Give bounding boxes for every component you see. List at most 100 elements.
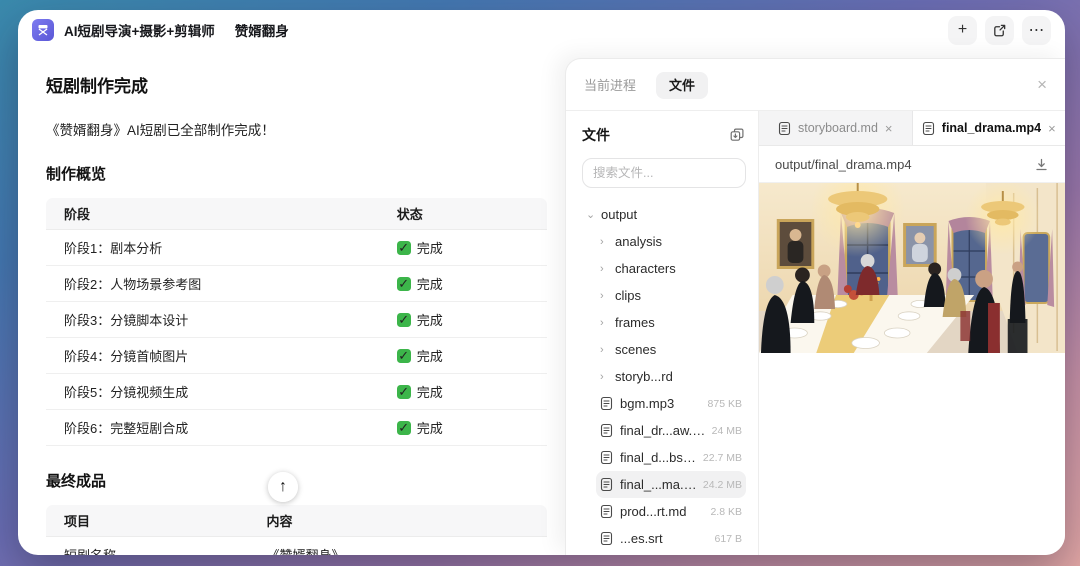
close-icon[interactable]: ×: [1048, 121, 1056, 136]
table-row[interactable]: 阶段6：完整短剧合成 ✓ 完成: [46, 410, 547, 446]
file-size: 2.8 KB: [710, 505, 742, 518]
file-name: output: [601, 207, 638, 222]
file-browser-title: 文件: [582, 127, 610, 143]
chevron-down-icon: ⌄: [586, 209, 596, 221]
preview-tab-bar: storyboard.md × final_drama.mp4 ×: [759, 111, 1065, 146]
check-icon: ✓: [396, 311, 411, 327]
app-title: AI短剧导演+摄影+剪辑师: [64, 24, 215, 39]
status-cell: ✓ 完成: [396, 418, 547, 437]
tree-file-prod...rt.md[interactable]: prod...rt.md 2.8 KB: [596, 498, 746, 525]
close-icon[interactable]: ×: [885, 121, 893, 136]
column-header: 阶段: [64, 207, 91, 222]
table-row[interactable]: 阶段5：分镜视频生成 ✓ 完成: [46, 374, 547, 410]
table-row[interactable]: 阶段3：分镜脚本设计 ✓ 完成: [46, 302, 547, 338]
final-table: 项目 内容 短剧名称《赞婿翻身》: [46, 505, 547, 555]
check-icon: ✓: [396, 419, 411, 435]
cursor-indicator: ↑: [268, 472, 298, 502]
check-icon: ✓: [396, 239, 411, 255]
file-icon: [600, 504, 613, 519]
column-header: 项目: [64, 514, 91, 529]
chevron-right-icon: ›: [600, 370, 604, 383]
tree-folder-frames[interactable]: › frames: [596, 309, 746, 336]
tree-folder-analysis[interactable]: › analysis: [596, 228, 746, 255]
status-cell: ✓ 完成: [396, 274, 547, 293]
file-size: 24.2 MB: [702, 478, 742, 491]
page-title: 短剧制作完成: [46, 77, 148, 96]
table-row[interactable]: 阶段2：人物场景参考图 ✓ 完成: [46, 266, 547, 302]
preview-tab-label: storyboard.md: [798, 121, 878, 135]
tree-folder-storyb...rd[interactable]: › storyb...rd: [596, 363, 746, 390]
file-icon: [600, 396, 613, 411]
close-icon[interactable]: ×: [1037, 76, 1047, 93]
status-text: 完成: [416, 349, 443, 364]
file-name: characters: [615, 261, 676, 276]
status-text: 完成: [416, 277, 443, 292]
download-icon[interactable]: [1034, 157, 1049, 172]
download-all-icon[interactable]: [729, 127, 746, 144]
stage-cell: 阶段2：人物场景参考图: [64, 277, 202, 292]
overview-heading: 制作概览: [46, 166, 107, 183]
more-options-button[interactable]: ⋯: [1022, 15, 1051, 45]
table-row[interactable]: 阶段1：剧本分析 ✓ 完成: [46, 230, 547, 266]
file-name: prod...rt.md: [620, 504, 687, 519]
file-browser: 文件 ⌄ output › analysis › characters › clips › fra…: [566, 111, 759, 555]
panel-tab-文件[interactable]: 文件: [656, 71, 709, 99]
file-name: storyb...rd: [615, 369, 673, 384]
new-task-button[interactable]: +: [948, 15, 977, 45]
file-name: frames: [615, 315, 655, 330]
video-preview[interactable]: [759, 183, 1065, 353]
overview-table: 阶段 状态 阶段1：剧本分析 ✓ 完成 阶段2：人物场景参考图 ✓ 完成 阶段3：分镜脚本设…: [46, 198, 547, 446]
tree-file-...es.srt[interactable]: ...es.srt 617 B: [596, 525, 746, 552]
director-chair-icon: [32, 19, 54, 41]
file-size: 875 KB: [707, 397, 742, 410]
top-bar: AI短剧导演+摄影+剪辑师 赞婿翻身 + ⋯: [18, 10, 1065, 50]
file-name: final_d...bs.mp4: [620, 450, 697, 465]
chevron-right-icon: ›: [600, 262, 604, 275]
status-cell: ✓ 完成: [396, 382, 547, 401]
share-icon[interactable]: [985, 15, 1014, 45]
tree-file-bgm.mp3[interactable]: bgm.mp3 875 KB: [596, 390, 746, 417]
file-name: ...es.srt: [620, 531, 663, 546]
tree-folder-output[interactable]: ⌄ output: [582, 201, 746, 228]
chevron-right-icon: ›: [600, 235, 604, 248]
tree-folder-characters[interactable]: › characters: [596, 255, 746, 282]
preview-tab-storyboard.md[interactable]: storyboard.md ×: [759, 111, 913, 145]
file-size: 617 B: [714, 532, 742, 545]
status-text: 完成: [416, 385, 443, 400]
check-icon: ✓: [396, 275, 411, 291]
panel-header: 当前进程 文件 ×: [566, 59, 1065, 111]
chevron-right-icon: ›: [600, 289, 604, 302]
column-header: 内容: [266, 514, 293, 529]
file-icon: [600, 477, 613, 492]
preview-pane: storyboard.md × final_drama.mp4 × output/fi…: [759, 111, 1065, 555]
intro-text: 《赞婿翻身》AI短剧已全部制作完成！: [46, 123, 275, 138]
stage-cell: 阶段5：分镜视频生成: [64, 385, 189, 400]
status-cell: ✓ 完成: [396, 238, 547, 257]
tree-file-final-d...bs.mp4[interactable]: final_d...bs.mp4 22.7 MB: [596, 444, 746, 471]
file-name: final_...ma.mp4: [620, 477, 697, 492]
file-path: output/final_drama.mp4: [775, 156, 912, 172]
search-input[interactable]: [582, 158, 746, 188]
panel-tab-当前进程[interactable]: 当前进程: [584, 78, 636, 93]
file-name: clips: [615, 288, 642, 303]
tree-folder-scenes[interactable]: › scenes: [596, 336, 746, 363]
file-icon: [922, 121, 935, 136]
check-icon: ✓: [396, 347, 411, 363]
app-window: AI短剧导演+摄影+剪辑师 赞婿翻身 + ⋯ 短剧制作完成 《赞婿翻身》AI短剧…: [18, 10, 1065, 555]
tree-folder-clips[interactable]: › clips: [596, 282, 746, 309]
preview-tab-final-drama.mp4[interactable]: final_drama.mp4 ×: [912, 111, 1065, 145]
table-row[interactable]: 短剧名称《赞婿翻身》: [46, 537, 547, 555]
file-name: final_dr...aw.mp4: [620, 423, 706, 438]
status-text: 完成: [416, 421, 443, 436]
tree-file-final-...ma.mp4[interactable]: final_...ma.mp4 24.2 MB: [596, 471, 746, 498]
file-size: 22.7 MB: [702, 451, 742, 464]
item-cell: 短剧名称: [46, 545, 266, 555]
side-panel: 当前进程文件 × 文件 ⌄output›anal: [565, 58, 1065, 555]
file-path-row: output/final_drama.mp4: [759, 146, 1065, 183]
stage-cell: 阶段3：分镜脚本设计: [64, 313, 189, 328]
overview-table-header: 阶段 状态: [46, 198, 547, 230]
tree-file-final-dr...aw.mp4[interactable]: final_dr...aw.mp4 24 MB: [596, 417, 746, 444]
status-cell: ✓ 完成: [396, 346, 547, 365]
table-row[interactable]: 阶段4：分镜首帧图片 ✓ 完成: [46, 338, 547, 374]
chevron-right-icon: ›: [600, 343, 604, 356]
